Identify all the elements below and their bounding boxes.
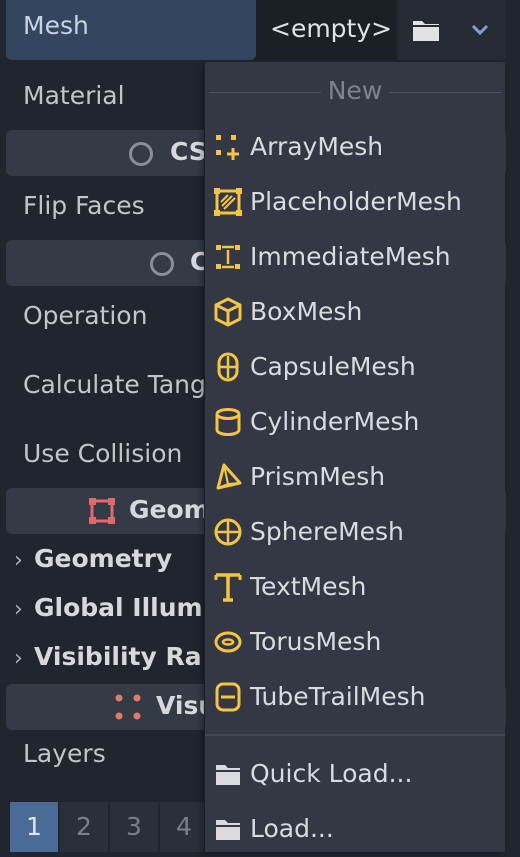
menu-item-label: Quick Load... — [250, 759, 413, 788]
mesh-value-text: <empty> — [270, 14, 393, 43]
layers-label: Layers — [23, 739, 106, 768]
menu-item-label: BoxMesh — [250, 297, 363, 326]
new-section-separator: New — [205, 74, 505, 108]
menu-item-label: TextMesh — [250, 572, 367, 601]
visual-instance-icon — [115, 694, 141, 720]
menu-item-arraymesh[interactable]: ArrayMesh — [205, 120, 505, 175]
menu-item-capsulemesh[interactable]: CapsuleMesh — [205, 340, 505, 395]
torus-mesh-icon — [214, 631, 242, 653]
geometry-group-label: Geometry — [34, 544, 173, 573]
layer-1-toggle[interactable]: 1 — [10, 802, 58, 852]
visibility-range-group[interactable]: › Visibility Ra — [14, 642, 202, 671]
menu-item-label: PrismMesh — [250, 462, 386, 491]
menu-item-quick-load[interactable]: Quick Load... — [205, 747, 505, 802]
menu-item-torusmesh[interactable]: TorusMesh — [205, 615, 505, 670]
load-resource-button[interactable] — [398, 0, 454, 60]
layer-3-toggle[interactable]: 3 — [110, 802, 158, 852]
new-section-title: New — [327, 76, 383, 105]
menu-item-boxmesh[interactable]: BoxMesh — [205, 285, 505, 340]
visibility-range-group-label: Visibility Ra — [34, 642, 202, 671]
menu-item-textmesh[interactable]: TextMesh — [205, 560, 505, 615]
menu-item-label: TubeTrailMesh — [250, 682, 426, 711]
cylinder-mesh-icon — [215, 408, 241, 436]
resource-options-dropdown[interactable] — [454, 0, 506, 60]
csg-section-title: CS — [170, 137, 207, 166]
chevron-right-icon: › — [14, 646, 23, 671]
calculate-tangents-label: Calculate Tang — [23, 370, 206, 399]
array-mesh-icon — [216, 135, 239, 160]
material-label: Material — [23, 81, 125, 110]
geometry-group[interactable]: › Geometry — [14, 544, 172, 573]
box-mesh-icon — [214, 297, 242, 327]
chevron-right-icon: › — [14, 548, 23, 573]
menu-item-placeholdermesh[interactable]: PlaceholderMesh — [205, 175, 505, 230]
menu-item-label: CylinderMesh — [250, 407, 420, 436]
menu-item-prismmesh[interactable]: PrismMesh — [205, 450, 505, 505]
tube-trail-mesh-icon — [215, 682, 241, 712]
placeholder-mesh-icon — [214, 188, 242, 216]
operation-label: Operation — [23, 301, 148, 330]
prism-mesh-icon — [216, 463, 242, 490]
global-illumination-group-label: Global Illum — [34, 593, 203, 622]
menu-item-label: PlaceholderMesh — [250, 187, 462, 216]
popup-divider — [205, 734, 505, 736]
new-resource-popup: New ArrayMesh PlaceholderMesh ImmediateM… — [204, 62, 505, 852]
immediate-mesh-icon — [216, 245, 240, 269]
menu-item-immediatemesh[interactable]: ImmediateMesh — [205, 230, 505, 285]
geometry-instance-section-title: Geom — [129, 495, 210, 524]
mesh-label-text: Mesh — [23, 11, 89, 40]
sphere-mesh-icon — [214, 518, 242, 546]
csg-circle-icon — [129, 142, 153, 166]
menu-item-label: CapsuleMesh — [250, 352, 416, 381]
geometry-instance-icon — [89, 498, 115, 524]
menu-item-label: ArrayMesh — [250, 132, 384, 161]
layer-2-toggle[interactable]: 2 — [60, 802, 108, 852]
menu-item-label: Load... — [250, 814, 334, 843]
chevron-down-icon — [471, 24, 489, 36]
menu-item-label: TorusMesh — [250, 627, 382, 656]
menu-item-load[interactable]: Load... — [205, 802, 505, 857]
mesh-value-field[interactable]: <empty> — [256, 0, 396, 60]
use-collision-label: Use Collision — [23, 439, 183, 468]
text-mesh-icon — [214, 573, 242, 602]
global-illumination-group[interactable]: › Global Illum — [14, 593, 203, 622]
mesh-property-label[interactable]: Mesh — [6, 0, 256, 60]
menu-item-tubetrailmesh[interactable]: TubeTrailMesh — [205, 670, 505, 725]
menu-item-spheremesh[interactable]: SphereMesh — [205, 505, 505, 560]
layer-4-toggle[interactable]: 4 — [160, 802, 208, 852]
c-circle-icon — [150, 252, 174, 276]
layers-grid: 1 2 3 4 — [10, 802, 210, 852]
folder-icon — [216, 820, 240, 840]
menu-item-label: SphereMesh — [250, 517, 404, 546]
flip-faces-label: Flip Faces — [23, 191, 145, 220]
menu-item-cylindermesh[interactable]: CylinderMesh — [205, 395, 505, 450]
menu-item-label: ImmediateMesh — [250, 242, 451, 271]
folder-icon — [413, 21, 439, 41]
chevron-right-icon: › — [14, 597, 23, 622]
folder-icon — [216, 765, 240, 785]
capsule-mesh-icon — [217, 352, 239, 382]
